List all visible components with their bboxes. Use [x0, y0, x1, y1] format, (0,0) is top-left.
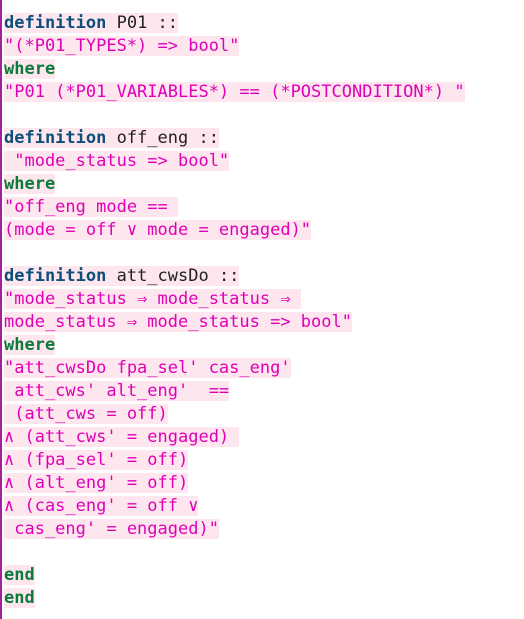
keyword-definition: definition — [4, 13, 107, 33]
code-line[interactable]: (mode = off ∨ mode = engaged)" — [4, 219, 465, 242]
definition-name: off_eng :: — [106, 128, 219, 148]
code-line-highlight: mode_status ⇒ mode_status => bool" — [4, 312, 352, 332]
code-text-area[interactable]: definition P01 :: "(*P01_TYPES*) => bool"… — [4, 12, 465, 610]
code-line[interactable]: ∧ (alt_eng' = off) — [4, 472, 465, 495]
code-line[interactable]: "att_cwsDo fpa_sel' cas_eng' — [4, 357, 465, 380]
string-literal: ∧ (fpa_sel' = off) — [4, 450, 189, 470]
code-line-highlight: end — [4, 588, 35, 608]
code-line-highlight: ∧ (alt_eng' = off) — [4, 473, 189, 493]
code-line-highlight: (att_cws = off) — [4, 404, 168, 424]
code-line[interactable]: ∧ (att_cws' = engaged) — [4, 426, 465, 449]
code-line-highlight: "(*P01_TYPES*) => bool" — [4, 36, 240, 56]
string-literal: "P01 (*P01_VARIABLES*) == (*POSTCONDITIO… — [4, 82, 465, 102]
code-line[interactable]: att_cws' alt_eng' == — [4, 380, 465, 403]
string-literal: cas_eng' = engaged)" — [4, 519, 219, 539]
code-line-highlight: where — [4, 59, 56, 79]
keyword-definition: definition — [4, 128, 107, 148]
string-literal: "att_cwsDo fpa_sel' cas_eng' — [4, 358, 291, 378]
string-literal: att_cws' alt_eng' == — [4, 381, 230, 401]
string-literal: "mode_status => bool" — [4, 151, 230, 171]
string-literal: "(*P01_TYPES*) => bool" — [4, 36, 240, 56]
code-line[interactable]: definition att_cwsDo :: — [4, 265, 465, 288]
code-editor[interactable]: definition P01 :: "(*P01_TYPES*) => bool"… — [0, 0, 524, 619]
string-literal: mode_status ⇒ mode_status => bool" — [4, 312, 352, 332]
code-line[interactable]: "P01 (*P01_VARIABLES*) == (*POSTCONDITIO… — [4, 81, 465, 104]
code-line[interactable]: definition off_eng :: — [4, 127, 465, 150]
code-line[interactable]: "(*P01_TYPES*) => bool" — [4, 35, 465, 58]
definition-name: att_cwsDo :: — [106, 266, 240, 286]
keyword-where: where — [4, 59, 56, 79]
code-line-highlight: "P01 (*P01_VARIABLES*) == (*POSTCONDITIO… — [4, 82, 465, 102]
code-line[interactable]: ∧ (cas_eng' = off ∨ — [4, 495, 465, 518]
code-line[interactable]: where — [4, 58, 465, 81]
code-line-highlight: (mode = off ∨ mode = engaged)" — [4, 220, 312, 240]
keyword-end: end — [4, 588, 35, 608]
string-literal: (mode = off ∨ mode = engaged)" — [4, 220, 312, 240]
code-line[interactable] — [4, 541, 465, 564]
definition-name: P01 :: — [106, 13, 179, 33]
keyword-end: end — [4, 565, 35, 585]
code-line[interactable] — [4, 242, 465, 265]
code-line[interactable] — [4, 104, 465, 127]
code-line-highlight: att_cws' alt_eng' == — [4, 381, 230, 401]
keyword-where: where — [4, 335, 56, 355]
code-line[interactable]: ∧ (fpa_sel' = off) — [4, 449, 465, 472]
code-line[interactable]: cas_eng' = engaged)" — [4, 518, 465, 541]
keyword-where: where — [4, 174, 56, 194]
code-line-highlight: "off_eng mode == — [4, 197, 178, 217]
code-line-highlight: definition P01 :: — [4, 13, 179, 33]
string-literal: ∧ (att_cws' = engaged) — [4, 427, 240, 447]
code-line[interactable]: where — [4, 334, 465, 357]
code-line[interactable]: end — [4, 564, 465, 587]
string-literal: "mode_status ⇒ mode_status ⇒ — [4, 289, 301, 309]
code-line[interactable]: "mode_status ⇒ mode_status ⇒ — [4, 288, 465, 311]
code-line-highlight: "mode_status ⇒ mode_status ⇒ — [4, 289, 301, 309]
code-line-highlight: ∧ (att_cws' = engaged) — [4, 427, 240, 447]
code-line[interactable]: (att_cws = off) — [4, 403, 465, 426]
editor-gutter-bar — [0, 0, 2, 619]
string-literal: (att_cws = off) — [4, 404, 168, 424]
code-line-highlight: definition att_cwsDo :: — [4, 266, 240, 286]
code-line-highlight: ∧ (fpa_sel' = off) — [4, 450, 189, 470]
code-line-highlight: where — [4, 174, 56, 194]
string-literal: ∧ (cas_eng' = off ∨ — [4, 496, 199, 516]
string-literal: "off_eng mode == — [4, 197, 178, 217]
code-line[interactable]: "mode_status => bool" — [4, 150, 465, 173]
code-line[interactable]: definition P01 :: — [4, 12, 465, 35]
code-line-highlight: cas_eng' = engaged)" — [4, 519, 219, 539]
code-line[interactable]: end — [4, 587, 465, 610]
code-line-highlight: definition off_eng :: — [4, 128, 219, 148]
code-line-highlight: end — [4, 565, 35, 585]
string-literal: ∧ (alt_eng' = off) — [4, 473, 189, 493]
code-line[interactable]: mode_status ⇒ mode_status => bool" — [4, 311, 465, 334]
code-line[interactable]: "off_eng mode == — [4, 196, 465, 219]
code-line-highlight: "mode_status => bool" — [4, 151, 230, 171]
code-line-highlight: where — [4, 335, 56, 355]
code-line[interactable]: where — [4, 173, 465, 196]
keyword-definition: definition — [4, 266, 107, 286]
code-line-highlight: ∧ (cas_eng' = off ∨ — [4, 496, 199, 516]
code-line-highlight: "att_cwsDo fpa_sel' cas_eng' — [4, 358, 291, 378]
